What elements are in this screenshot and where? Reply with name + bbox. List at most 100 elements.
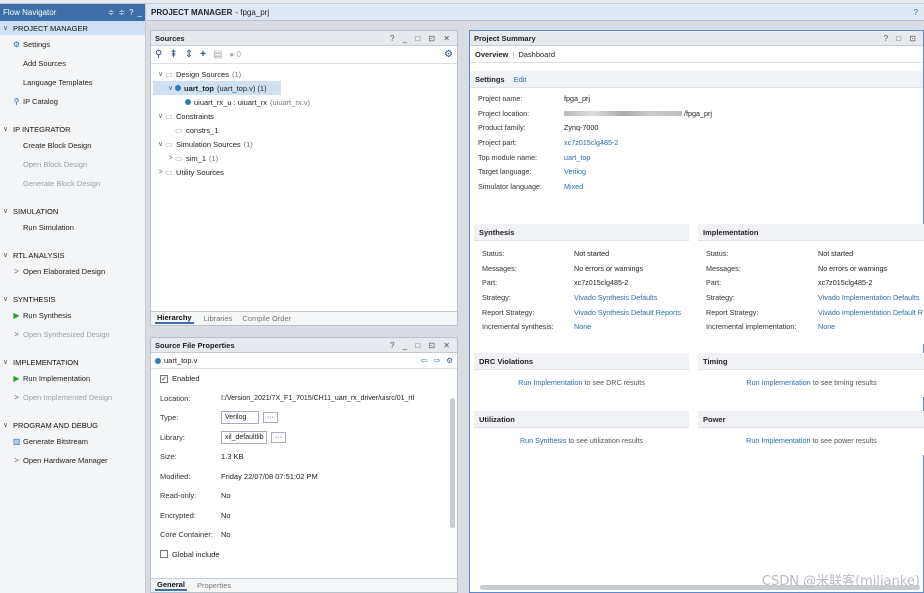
drc-run-link[interactable]: Run Implementation bbox=[518, 378, 582, 387]
summary-row-value[interactable]: Vivado Implementation Default R bbox=[818, 308, 923, 317]
enabled-checkbox[interactable]: ✓ bbox=[160, 374, 168, 383]
library-browse-button[interactable]: ··· bbox=[271, 431, 286, 443]
chevron-down-icon[interactable]: ∨ bbox=[166, 84, 175, 92]
panel-controls[interactable]: ? □ ⊡ bbox=[884, 34, 919, 43]
help-icon[interactable]: ? bbox=[914, 8, 918, 17]
flow-section-header[interactable]: ∨ PROJECT MANAGER bbox=[0, 21, 145, 35]
summary-row-value[interactable]: None bbox=[574, 322, 591, 331]
flow-item[interactable]: ▶ Run Synthesis bbox=[0, 306, 145, 325]
flow-item[interactable]: ⚙ Settings bbox=[0, 35, 145, 54]
summary-row-value[interactable]: xc7z015clg485-2 bbox=[564, 138, 618, 147]
back-forward-icon[interactable]: ⇦⇨ bbox=[421, 356, 446, 365]
panel-controls[interactable]: ? _ □ ⊡ ✕ bbox=[390, 34, 453, 43]
folder-icon: ▭ bbox=[175, 125, 183, 135]
summary-row-value[interactable]: Vivado Synthesis Default Reports bbox=[574, 308, 681, 317]
flow-item[interactable]: ▶ Run Implementation bbox=[0, 369, 145, 388]
chevron-right-icon[interactable]: > bbox=[166, 155, 175, 162]
summary-row-value[interactable]: Vivado Implementation Defaults bbox=[818, 293, 919, 302]
flow-section-label: IMPLEMENTATION bbox=[13, 357, 79, 367]
expand-all-icon[interactable]: ⇕ bbox=[185, 49, 193, 60]
utilization-card: Utilization Run Synthesis to see utiliza… bbox=[474, 411, 689, 455]
flow-section-header[interactable]: ∨ SIMULATION bbox=[0, 204, 145, 218]
flow-item[interactable]: Language Templates bbox=[0, 73, 145, 92]
summary-row-value[interactable]: uart_top bbox=[564, 153, 590, 162]
gear-icon[interactable]: ⚙ bbox=[444, 49, 453, 60]
type-browse-button[interactable]: ··· bbox=[263, 412, 278, 424]
flow-item[interactable]: Run Simulation bbox=[0, 218, 145, 237]
library-field[interactable]: xil_defaultlib bbox=[221, 430, 267, 444]
chevron-down-icon[interactable]: ∨ bbox=[3, 125, 13, 133]
chevron-down-icon[interactable]: ∨ bbox=[3, 358, 13, 366]
tab-dashboard[interactable]: Dashboard bbox=[518, 50, 555, 59]
utilization-run-link[interactable]: Run Synthesis bbox=[520, 436, 566, 445]
chevron-down-icon[interactable]: ∨ bbox=[156, 140, 165, 148]
help-icon[interactable]: ? bbox=[129, 8, 133, 17]
tree-node[interactable]: ∨ ▭ Simulation Sources (1) bbox=[153, 137, 455, 151]
add-sources-icon[interactable]: + bbox=[200, 49, 206, 60]
tab-general[interactable]: General bbox=[155, 580, 187, 591]
document-icon[interactable]: ▤ bbox=[213, 49, 222, 60]
sources-header: Sources ? _ □ ⊡ ✕ bbox=[151, 31, 457, 46]
panel-controls[interactable]: ? _ □ ⊡ ✕ bbox=[390, 341, 453, 350]
summary-row-value[interactable]: None bbox=[818, 322, 835, 331]
chevron-down-icon[interactable]: ∨ bbox=[3, 421, 13, 429]
tab-compile-order[interactable]: Compile Order bbox=[242, 314, 291, 323]
type-field[interactable]: Verilog bbox=[221, 411, 259, 425]
flow-section-label: RTL ANALYSIS bbox=[13, 250, 65, 260]
global-include-checkbox[interactable] bbox=[160, 550, 168, 559]
flow-item[interactable]: ⚲ IP Catalog bbox=[0, 92, 145, 111]
tab-properties[interactable]: Properties bbox=[197, 581, 231, 590]
flow-item[interactable]: > Open Hardware Manager bbox=[0, 451, 145, 470]
collapse-all-icon[interactable]: ⇞ bbox=[169, 49, 177, 60]
flow-section-header[interactable]: ∨ RTL ANALYSIS bbox=[0, 248, 145, 262]
chevron-down-icon[interactable]: ∨ bbox=[156, 112, 165, 120]
flow-section-header[interactable]: ∨ IP INTEGRATOR bbox=[0, 122, 145, 136]
tree-node[interactable]: ▭ constrs_1 bbox=[153, 123, 455, 137]
tree-node[interactable]: ∨ ▭ Design Sources (1) bbox=[153, 67, 455, 81]
sort-icon[interactable]: ≑ bbox=[108, 8, 115, 17]
location-label: Location: bbox=[160, 393, 191, 403]
search-icon[interactable]: ⚲ bbox=[155, 49, 162, 60]
flow-section-header[interactable]: ∨ PROGRAM AND DEBUG bbox=[0, 418, 145, 432]
summary-row: Top module name: uart_top bbox=[470, 150, 923, 165]
chevron-right-icon[interactable]: > bbox=[156, 169, 165, 176]
chevron-down-icon[interactable]: ∨ bbox=[3, 251, 13, 259]
chevron-down-icon[interactable]: ∨ bbox=[156, 70, 165, 78]
utilization-text: to see utilization results bbox=[568, 436, 644, 445]
tree-node[interactable]: ∨ ▭ Constraints bbox=[153, 109, 455, 123]
flow-item[interactable]: Create Block Design bbox=[0, 136, 145, 155]
power-run-link[interactable]: Run Implementation bbox=[746, 436, 810, 445]
minimize-icon[interactable]: _ bbox=[138, 8, 142, 17]
gear-icon[interactable]: ⚙ bbox=[446, 356, 453, 365]
flow-section-header[interactable]: ∨ SYNTHESIS bbox=[0, 292, 145, 306]
tab-hierarchy[interactable]: Hierarchy bbox=[155, 313, 194, 324]
tree-node-label: Constraints bbox=[176, 111, 214, 121]
vertical-scrollbar[interactable] bbox=[450, 398, 455, 528]
tab-libraries[interactable]: Libraries bbox=[204, 314, 233, 323]
summary-row-value[interactable]: Verilog bbox=[564, 167, 586, 176]
summary-tabs: Overview | Dashboard bbox=[470, 46, 923, 63]
tree-node[interactable]: > ▭ sim_1 (1) bbox=[153, 151, 455, 165]
tab-overview[interactable]: Overview bbox=[475, 50, 508, 59]
chevron-down-icon[interactable]: ∨ bbox=[3, 207, 13, 215]
chevron-down-icon[interactable]: ∨ bbox=[3, 24, 13, 32]
flow-section-header[interactable]: ∨ IMPLEMENTATION bbox=[0, 355, 145, 369]
summary-row-label: Simulator language: bbox=[478, 181, 542, 191]
flow-item[interactable]: ▥ Generate Bitstream bbox=[0, 432, 145, 451]
tree-node[interactable]: uiuart_rx_u : uiuart_rx (uiuart_rx.v) bbox=[153, 95, 455, 109]
flow-section-label: IP INTEGRATOR bbox=[13, 124, 71, 134]
flow-item[interactable]: Add Sources bbox=[0, 54, 145, 73]
flow-item-label: Open Elaborated Design bbox=[23, 267, 106, 276]
sort-icon[interactable]: ≑ bbox=[118, 8, 125, 17]
summary-row-value[interactable]: Vivado Synthesis Defaults bbox=[574, 293, 657, 302]
summary-row: Project part: xc7z015clg485-2 bbox=[470, 135, 923, 150]
timing-run-link[interactable]: Run Implementation bbox=[746, 378, 810, 387]
tree-node[interactable]: ∨ uart_top (uart_top.v) (1) bbox=[153, 81, 281, 95]
settings-edit-link[interactable]: Edit bbox=[514, 75, 527, 84]
flow-item[interactable]: > Open Elaborated Design bbox=[0, 262, 145, 281]
chevron-down-icon[interactable]: ∨ bbox=[3, 295, 13, 303]
tree-node[interactable]: > ▭ Utility Sources bbox=[153, 165, 455, 179]
summary-row-value[interactable]: Mixed bbox=[564, 182, 583, 191]
summary-row: Status: Not started bbox=[698, 246, 924, 261]
